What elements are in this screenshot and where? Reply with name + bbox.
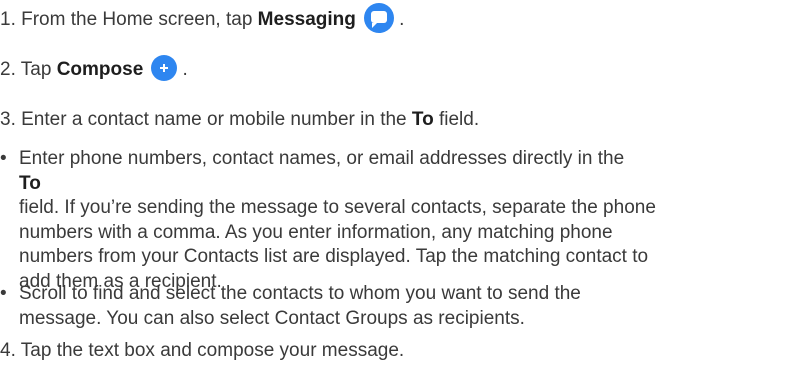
bullet-1-to-label: To <box>19 172 41 194</box>
bullet-1-line-3: numbers with a comma. As you enter infor… <box>19 221 613 243</box>
bullet-1-line-1-text: Enter phone numbers, contact names, or e… <box>19 148 625 169</box>
messaging-icon <box>363 3 394 33</box>
compose-plus-icon <box>151 55 178 81</box>
step-2-compose-label: Compose <box>56 59 144 81</box>
step-2-suffix: . <box>177 59 188 81</box>
step-3: 3. Enter a contact name or mobile number… <box>0 108 479 132</box>
bullet-2-paragraph: Scroll to find and select the contacts t… <box>19 282 581 331</box>
bullet-2-marker: • <box>0 283 7 304</box>
step-1-suffix: . <box>393 9 405 31</box>
step-3-prefix: 3. Enter a contact name or mobile number… <box>0 109 412 130</box>
bullet-2-line-1: Scroll to find and select the contacts t… <box>19 283 581 304</box>
step-1-prefix: 1. From the Home screen, tap <box>0 9 258 31</box>
step-2-prefix: 2. Tap <box>0 59 57 81</box>
step-2: 2. Tap Compose . <box>0 55 188 83</box>
bullet-1-line-1: Enter phone numbers, contact names, or e… <box>19 147 656 196</box>
bullet-2-line-2: message. You can also select Contact Gro… <box>19 307 525 329</box>
step-4: 4. Tap the text box and compose your mes… <box>0 340 405 361</box>
step-3-suffix: field. <box>433 109 480 130</box>
step-1: 1. From the Home screen, tap Messaging . <box>0 3 405 35</box>
bullet-1-line-4: numbers from your Contacts list are disp… <box>19 246 649 267</box>
step-1-messaging-label: Messaging <box>257 9 356 31</box>
bullet-1-line-2: field. If you’re sending the message to … <box>19 197 656 218</box>
bullet-1-marker: • <box>0 148 7 169</box>
step-3-to-label: To <box>411 109 434 130</box>
instructions-document: 1. From the Home screen, tap Messaging .… <box>0 0 809 366</box>
bullet-1-paragraph: Enter phone numbers, contact names, or e… <box>19 147 656 294</box>
